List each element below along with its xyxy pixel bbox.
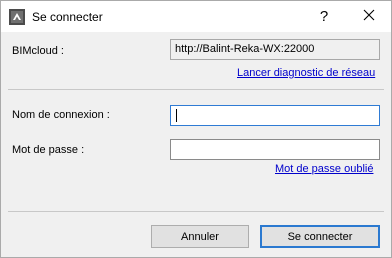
server-url-field: http://Balint-Reka-WX:22000 — [170, 39, 380, 60]
password-label: Mot de passe : — [12, 144, 85, 156]
cancel-button[interactable]: Annuler — [151, 225, 249, 248]
password-input[interactable] — [170, 139, 380, 160]
connect-button[interactable]: Se connecter — [260, 225, 380, 248]
help-icon: ? — [319, 8, 329, 25]
username-label: Nom de connexion : — [12, 109, 110, 121]
forgot-password-link[interactable]: Mot de passe oublié — [275, 163, 373, 175]
app-icon — [9, 9, 25, 25]
network-diagnostic-link[interactable]: Lancer diagnostic de réseau — [237, 67, 375, 79]
text-caret — [176, 109, 177, 122]
cancel-button-label: Annuler — [181, 230, 219, 243]
login-dialog: Se connecter ? BIMcloud : http://Balint-… — [0, 0, 392, 258]
window-title: Se connecter — [32, 10, 103, 24]
server-url-value: http://Balint-Reka-WX:22000 — [175, 43, 315, 55]
username-input[interactable] — [170, 105, 380, 126]
server-label: BIMcloud : — [12, 45, 64, 57]
divider-top — [8, 89, 384, 90]
close-icon — [363, 9, 375, 24]
title-bar: Se connecter ? — [1, 1, 391, 32]
connect-button-label: Se connecter — [287, 230, 353, 243]
divider-bottom — [8, 211, 384, 212]
help-button[interactable]: ? — [305, 1, 343, 32]
close-button[interactable] — [347, 1, 391, 32]
